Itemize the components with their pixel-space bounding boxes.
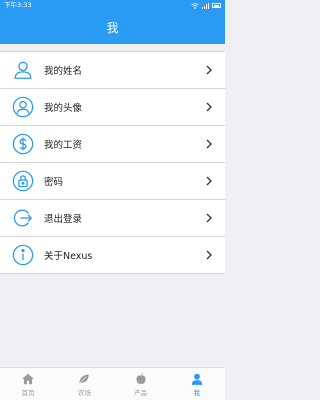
menu-item-label: 我的工资 [44,140,83,151]
logout-icon [13,209,33,227]
page-header: 我 [0,11,225,44]
menu-item-label: 我的姓名 [44,66,83,77]
menu-item-about[interactable]: 关于Nexus [0,237,225,274]
menu-item-label: 退出登录 [44,214,83,225]
menu-item-avatar[interactable]: 我的头像 [0,89,225,126]
tab-label: 我 [193,388,201,397]
bottom-tab-bar: 首页 农场 产品 我 [0,367,225,400]
status-time: 下午3:33 [4,1,32,9]
dollar-icon [12,133,34,155]
chevron-right-icon [206,102,212,112]
battery-icon [212,3,221,8]
status-icons [190,0,221,11]
avatar-icon [12,96,34,118]
menu-item-salary[interactable]: 我的工资 [0,126,225,163]
chevron-right-icon [206,65,212,75]
menu-item-password[interactable]: 密码 [0,163,225,200]
tab-farm[interactable]: 农场 [56,368,112,400]
user-icon [14,61,32,79]
tab-label: 产品 [134,388,148,397]
tab-me[interactable]: 我 [169,368,225,400]
tab-products[interactable]: 产品 [113,368,169,400]
chevron-right-icon [206,213,212,223]
settings-menu: 我的姓名 我的头像 我的工资 密码 退出登录 关于Nexus [0,51,225,274]
chevron-right-icon [206,176,212,186]
wifi-icon [190,2,199,9]
tab-home[interactable]: 首页 [0,368,56,400]
info-icon [12,244,34,266]
status-bar: 下午3:33 [0,0,225,11]
chevron-right-icon [206,139,212,149]
tab-label: 农场 [77,388,91,397]
home-icon [22,373,34,384]
signal-icon [201,2,209,9]
menu-item-logout[interactable]: 退出登录 [0,200,225,237]
menu-item-label: 我的头像 [44,103,83,114]
apple-icon [136,372,146,384]
lock-icon [12,170,34,192]
person-icon [191,373,203,385]
menu-item-name[interactable]: 我的姓名 [0,52,225,89]
page-title: 我 [106,21,119,35]
menu-item-label: 关于Nexus [44,251,93,262]
tab-label: 首页 [21,388,35,397]
leaf-icon [79,373,90,384]
menu-item-label: 密码 [44,177,64,188]
chevron-right-icon [206,250,212,260]
